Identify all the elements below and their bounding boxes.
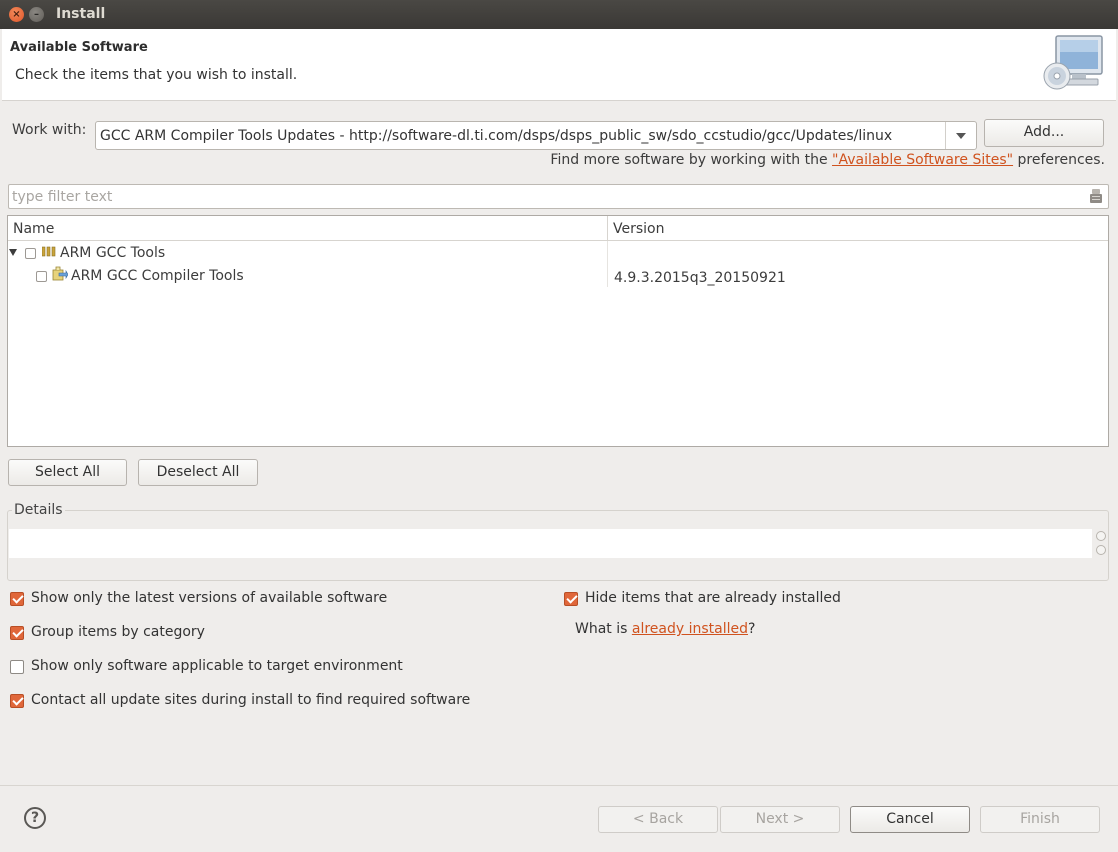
window-title: Install — [56, 6, 106, 22]
deselect-all-button[interactable]: Deselect All — [138, 459, 258, 486]
work-with-combo[interactable]: GCC ARM Compiler Tools Updates - http://… — [95, 121, 977, 150]
scroll-down-icon[interactable] — [1096, 545, 1106, 555]
tree-row-category[interactable]: ARM GCC Tools — [8, 242, 1108, 265]
close-window-button[interactable]: × — [9, 7, 24, 22]
hide-installed-label: Hide items that are already installed — [585, 590, 841, 606]
already-installed-link[interactable]: already installed — [632, 621, 748, 637]
add-site-button[interactable]: Add... — [984, 119, 1104, 147]
find-more-prefix: Find more software by working with the — [550, 152, 833, 168]
tree-item-version: 4.9.3.2015q3_20150921 — [614, 270, 786, 286]
work-with-value: GCC ARM Compiler Tools Updates - http://… — [100, 128, 893, 144]
page-title: Available Software — [10, 40, 148, 55]
minimize-window-button[interactable]: – — [29, 7, 44, 22]
group-by-category-label: Group items by category — [31, 624, 205, 640]
group-by-category-checkbox[interactable] — [10, 626, 24, 640]
contact-update-sites-checkbox[interactable] — [10, 694, 24, 708]
help-icon[interactable]: ? — [24, 807, 46, 829]
column-header-name[interactable]: Name — [13, 221, 54, 237]
what-is-prefix: What is — [575, 621, 632, 637]
page-description: Check the items that you wish to install… — [15, 67, 298, 83]
category-checkbox[interactable] — [25, 248, 36, 259]
wizard-banner: Available Software Check the items that … — [2, 29, 1116, 101]
chevron-down-icon[interactable] — [945, 122, 976, 149]
available-software-sites-link[interactable]: "Available Software Sites" — [832, 152, 1013, 168]
find-more-suffix: preferences. — [1013, 152, 1106, 168]
title-bar: × – Install — [0, 0, 1118, 29]
work-with-label: Work with: — [12, 122, 87, 138]
cancel-button[interactable]: Cancel — [850, 806, 970, 833]
back-button[interactable]: < Back — [598, 806, 718, 833]
next-button[interactable]: Next > — [720, 806, 840, 833]
hide-installed-checkbox[interactable] — [564, 592, 578, 606]
column-header-version[interactable]: Version — [613, 221, 664, 237]
select-all-button[interactable]: Select All — [8, 459, 127, 486]
details-text-area[interactable] — [9, 529, 1092, 558]
tree-item-label: ARM GCC Compiler Tools — [71, 268, 244, 284]
feature-checkbox[interactable] — [36, 271, 47, 282]
software-tree[interactable]: Name Version ARM GCC Tools ARM GCC Compi… — [7, 215, 1109, 447]
already-installed-text: What is already installed? — [575, 621, 755, 637]
tree-row-feature[interactable]: ARM GCC Compiler Tools 4.9.3.2015q3_2015… — [8, 265, 1108, 288]
filter-input[interactable] — [12, 187, 1082, 206]
tree-header: Name Version — [8, 216, 1108, 241]
scroll-up-icon[interactable] — [1096, 531, 1106, 541]
feature-plugin-icon — [52, 266, 68, 281]
filter-field — [8, 184, 1109, 209]
details-label: Details — [12, 502, 65, 518]
expand-arrow-icon[interactable] — [9, 249, 17, 256]
what-is-suffix: ? — [748, 621, 756, 637]
column-divider[interactable] — [607, 216, 608, 241]
target-environment-label: Show only software applicable to target … — [31, 658, 403, 674]
category-icon — [42, 246, 56, 257]
tree-item-label: ARM GCC Tools — [60, 245, 166, 261]
clear-filter-icon[interactable] — [1089, 188, 1103, 205]
finish-button[interactable]: Finish — [980, 806, 1100, 833]
details-scrollbar[interactable] — [1094, 529, 1108, 558]
find-more-text: Find more software by working with the "… — [550, 152, 1105, 168]
footer-separator — [0, 785, 1118, 786]
latest-versions-label: Show only the latest versions of availab… — [31, 590, 388, 606]
target-environment-checkbox[interactable] — [10, 660, 24, 674]
latest-versions-checkbox[interactable] — [10, 592, 24, 606]
contact-update-sites-label: Contact all update sites during install … — [31, 692, 471, 708]
install-software-icon — [1043, 35, 1103, 90]
